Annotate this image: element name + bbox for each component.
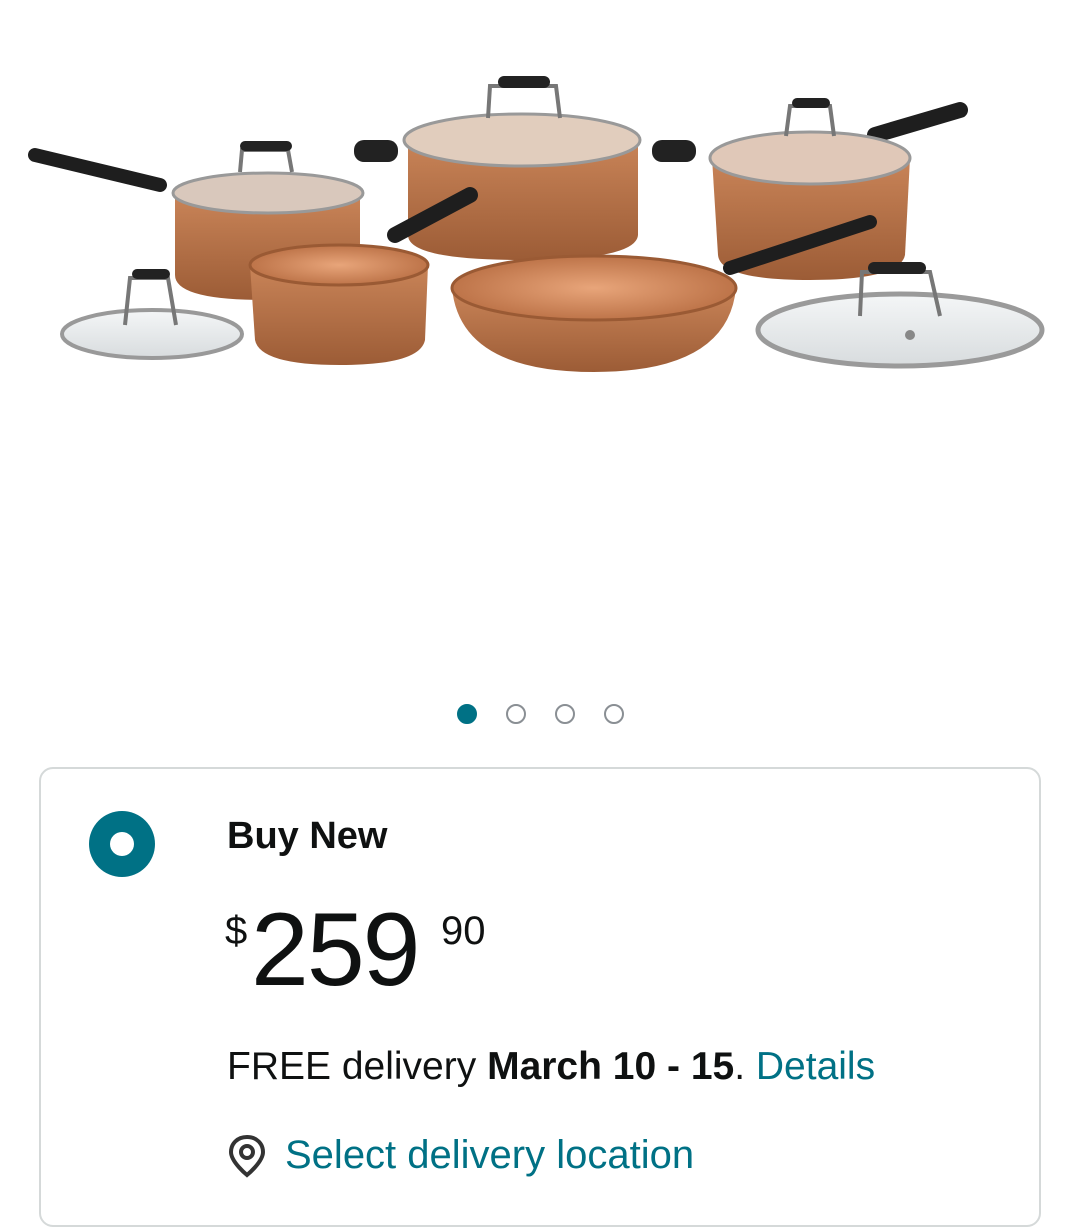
offer-title: Buy New — [227, 815, 388, 857]
buy-new-offer-card[interactable]: Buy New $ 259 90 FREE delivery March 10 … — [39, 767, 1041, 1227]
carousel-dot[interactable] — [456, 704, 477, 724]
image-carousel-indicator — [0, 704, 1080, 724]
delivery-dates: March 10 - 15 — [487, 1045, 735, 1088]
price-symbol: $ — [225, 909, 248, 953]
select-location-row[interactable]: Select delivery location — [227, 1133, 694, 1178]
select-location-link[interactable]: Select delivery location — [285, 1133, 694, 1178]
delivery-info: FREE delivery March 10 - 15. Details — [227, 1045, 875, 1089]
carousel-dot[interactable] — [603, 704, 624, 724]
product-image-gallery[interactable] — [0, 0, 1080, 690]
details-link[interactable]: Details — [756, 1045, 875, 1088]
buy-new-radio[interactable] — [89, 811, 155, 877]
price-fraction: 90 — [441, 909, 486, 953]
carousel-dot[interactable] — [505, 704, 526, 724]
delivery-prefix: FREE delivery — [227, 1045, 488, 1088]
price-whole: 259 — [251, 892, 421, 1008]
location-pin-icon — [228, 1134, 266, 1178]
delivery-separator: . — [734, 1045, 756, 1088]
radio-selected-indicator — [110, 832, 134, 856]
carousel-dot[interactable] — [554, 704, 575, 724]
product-image[interactable] — [0, 0, 1080, 690]
